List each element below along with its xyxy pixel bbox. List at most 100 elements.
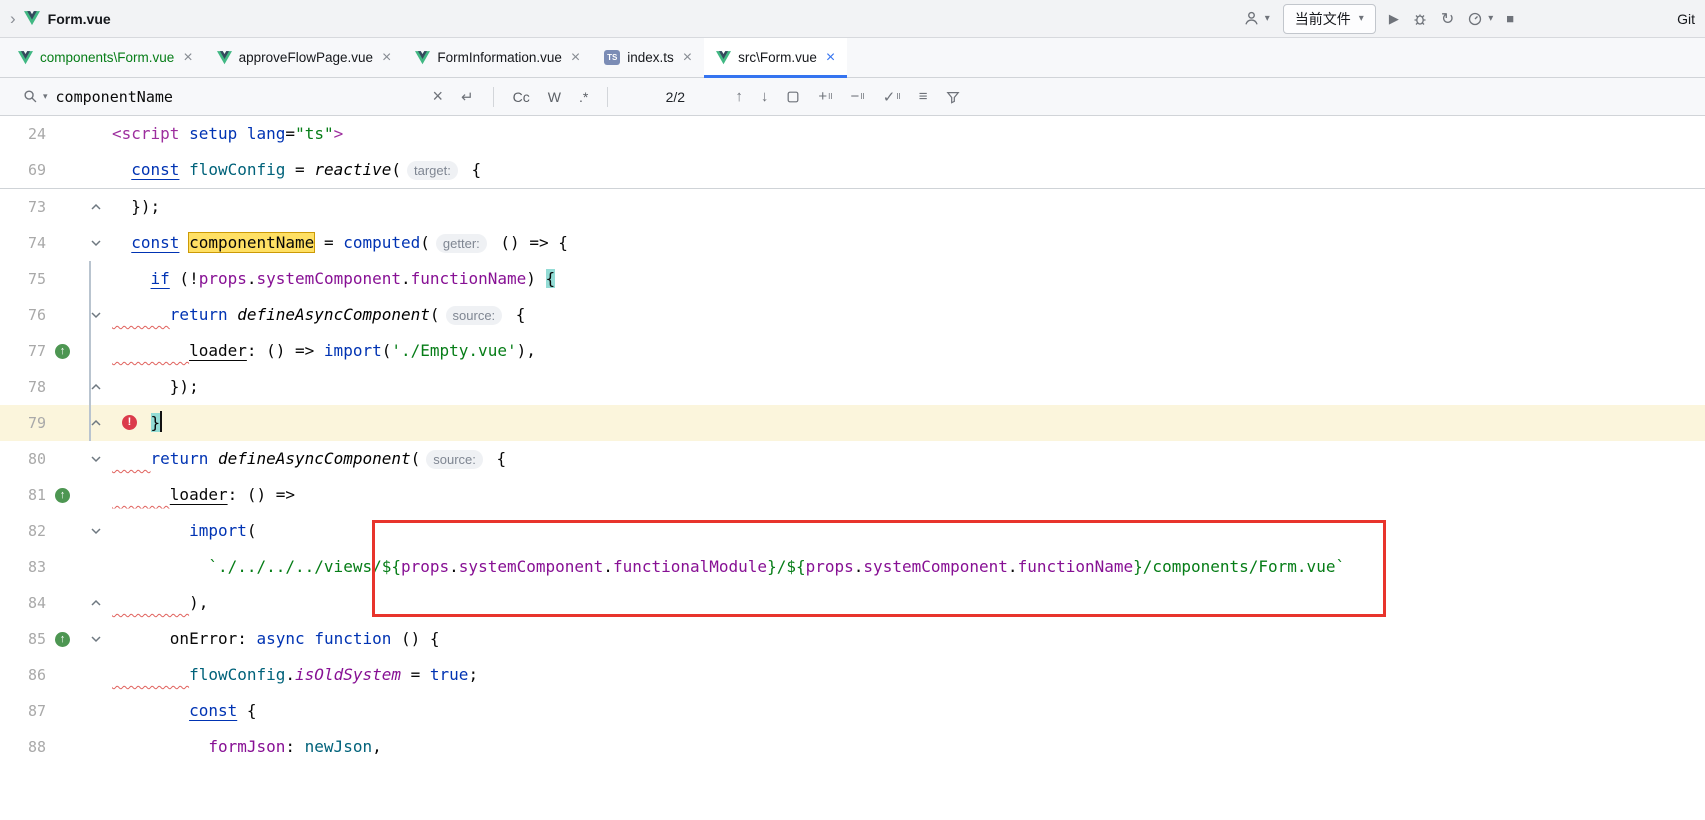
line-number[interactable]: 24: [0, 116, 46, 152]
fold-up-icon[interactable]: [79, 585, 112, 621]
gutter[interactable]: 80: [0, 441, 112, 477]
find-in-selection-icon[interactable]: [786, 90, 800, 104]
gutter[interactable]: 79: [0, 405, 112, 441]
gutter[interactable]: 24: [0, 116, 112, 152]
gutter[interactable]: 82: [0, 513, 112, 549]
git-widget[interactable]: Git: [1677, 11, 1695, 27]
line-number[interactable]: 76: [0, 297, 46, 333]
code-line[interactable]: 83 `./../../../views/${props.systemCompo…: [0, 549, 1705, 585]
fold-up-icon[interactable]: [79, 189, 112, 225]
code-line[interactable]: 84 ),: [0, 585, 1705, 621]
line-number[interactable]: 80: [0, 441, 46, 477]
gutter[interactable]: 81 ↑: [0, 477, 112, 513]
previous-match-icon[interactable]: ↑: [735, 88, 743, 105]
code-line[interactable]: 78 });: [0, 369, 1705, 405]
search-icon[interactable]: [23, 89, 38, 104]
fold-up-icon[interactable]: [79, 405, 112, 441]
gutter[interactable]: 86: [0, 657, 112, 693]
coverage-icon[interactable]: ↻: [1441, 9, 1454, 29]
close-tab-icon[interactable]: ×: [382, 50, 391, 66]
gutter[interactable]: 88: [0, 729, 112, 765]
line-number[interactable]: 82: [0, 513, 46, 549]
implemented-marker-icon[interactable]: ↑: [55, 632, 70, 647]
code-line[interactable]: 81↑ loader: () =>: [0, 477, 1705, 513]
code-line[interactable]: 76 return defineAsyncComponent(source: {: [0, 297, 1705, 333]
close-tab-icon[interactable]: ×: [571, 50, 580, 66]
line-number[interactable]: 86: [0, 657, 46, 693]
line-number[interactable]: 84: [0, 585, 46, 621]
search-input[interactable]: componentName: [56, 88, 424, 106]
fold-down-icon[interactable]: [79, 513, 112, 549]
code-line[interactable]: 73 });: [0, 189, 1705, 225]
gutter[interactable]: 77 ↑: [0, 333, 112, 369]
fold-down-icon[interactable]: [79, 225, 112, 261]
add-occurrence-icon[interactable]: +II: [818, 88, 832, 105]
close-tab-icon[interactable]: ×: [826, 50, 835, 66]
line-number[interactable]: 73: [0, 189, 46, 225]
line-number[interactable]: 88: [0, 729, 46, 765]
profiler-icon[interactable]: [1467, 11, 1483, 27]
gutter[interactable]: 76: [0, 297, 112, 333]
code-line[interactable]: 79! }: [0, 405, 1705, 441]
line-number[interactable]: 74: [0, 225, 46, 261]
regex-button[interactable]: .*: [579, 89, 588, 105]
line-number[interactable]: 81: [0, 477, 46, 513]
match-case-button[interactable]: Cc: [513, 89, 530, 105]
implemented-marker-icon[interactable]: ↑: [55, 344, 70, 359]
remove-occurrence-icon[interactable]: −II: [851, 88, 865, 105]
fold-up-icon[interactable]: [79, 369, 112, 405]
gutter[interactable]: 83: [0, 549, 112, 585]
run-button[interactable]: ▶: [1389, 11, 1399, 27]
search-history-chevron-icon[interactable]: ▾: [43, 91, 48, 102]
line-number[interactable]: 75: [0, 261, 46, 297]
fold-down-icon[interactable]: [79, 441, 112, 477]
gutter[interactable]: 74: [0, 225, 112, 261]
chevron-down-icon[interactable]: ▾: [1265, 13, 1270, 24]
close-tab-icon[interactable]: ×: [183, 50, 192, 66]
gutter[interactable]: 78: [0, 369, 112, 405]
editor-tab[interactable]: FormInformation.vue×: [403, 38, 592, 77]
line-number[interactable]: 83: [0, 549, 46, 585]
line-number[interactable]: 79: [0, 405, 46, 441]
stop-button[interactable]: ■: [1506, 11, 1514, 26]
debug-icon[interactable]: [1412, 11, 1428, 27]
gutter[interactable]: 73: [0, 189, 112, 225]
filter-icon[interactable]: [946, 90, 960, 104]
fold-down-icon[interactable]: [79, 621, 112, 657]
user-icon[interactable]: [1243, 10, 1260, 27]
run-config-selector[interactable]: 当前文件 ▾: [1283, 4, 1376, 34]
fold-down-icon[interactable]: [79, 297, 112, 333]
code-line[interactable]: 82 import(: [0, 513, 1705, 549]
code-line[interactable]: 24<script setup lang="ts">: [0, 116, 1705, 152]
editor-tab[interactable]: components\Form.vue×: [6, 38, 205, 77]
gutter[interactable]: 69: [0, 152, 112, 188]
code-line[interactable]: 69 const flowConfig = reactive(target: {: [0, 152, 1705, 188]
line-number[interactable]: 69: [0, 152, 46, 188]
select-all-occurrences-icon[interactable]: ✓II: [883, 88, 901, 106]
code-line[interactable]: 86 flowConfig.isOldSystem = true;: [0, 657, 1705, 693]
gutter[interactable]: 75: [0, 261, 112, 297]
editor-tab[interactable]: TSindex.ts×: [592, 38, 704, 77]
code-line[interactable]: 87 const {: [0, 693, 1705, 729]
editor-tab[interactable]: approveFlowPage.vue×: [205, 38, 404, 77]
line-number[interactable]: 85: [0, 621, 46, 657]
chevron-down-icon[interactable]: ▾: [1488, 13, 1493, 24]
code-line[interactable]: 75 if (!props.systemComponent.functionNa…: [0, 261, 1705, 297]
line-number[interactable]: 87: [0, 693, 46, 729]
search-options-icon[interactable]: ≡: [919, 88, 928, 105]
newline-icon[interactable]: ↵: [461, 88, 474, 106]
implemented-marker-icon[interactable]: ↑: [55, 488, 70, 503]
gutter[interactable]: 85 ↑: [0, 621, 112, 657]
line-number[interactable]: 78: [0, 369, 46, 405]
code-line[interactable]: 80 return defineAsyncComponent(source: {: [0, 441, 1705, 477]
breadcrumb-chevron-icon[interactable]: ›: [10, 10, 16, 27]
editor-tab[interactable]: src\Form.vue×: [704, 38, 847, 77]
code-line[interactable]: 77↑ loader: () => import('./Empty.vue'),: [0, 333, 1705, 369]
whole-words-button[interactable]: W: [548, 89, 561, 105]
code-line[interactable]: 88 formJson: newJson,: [0, 729, 1705, 765]
code-line[interactable]: 85↑ onError: async function () {: [0, 621, 1705, 657]
gutter[interactable]: 87: [0, 693, 112, 729]
close-tab-icon[interactable]: ×: [683, 50, 692, 66]
clear-search-icon[interactable]: ×: [433, 86, 444, 107]
line-number[interactable]: 77: [0, 333, 46, 369]
